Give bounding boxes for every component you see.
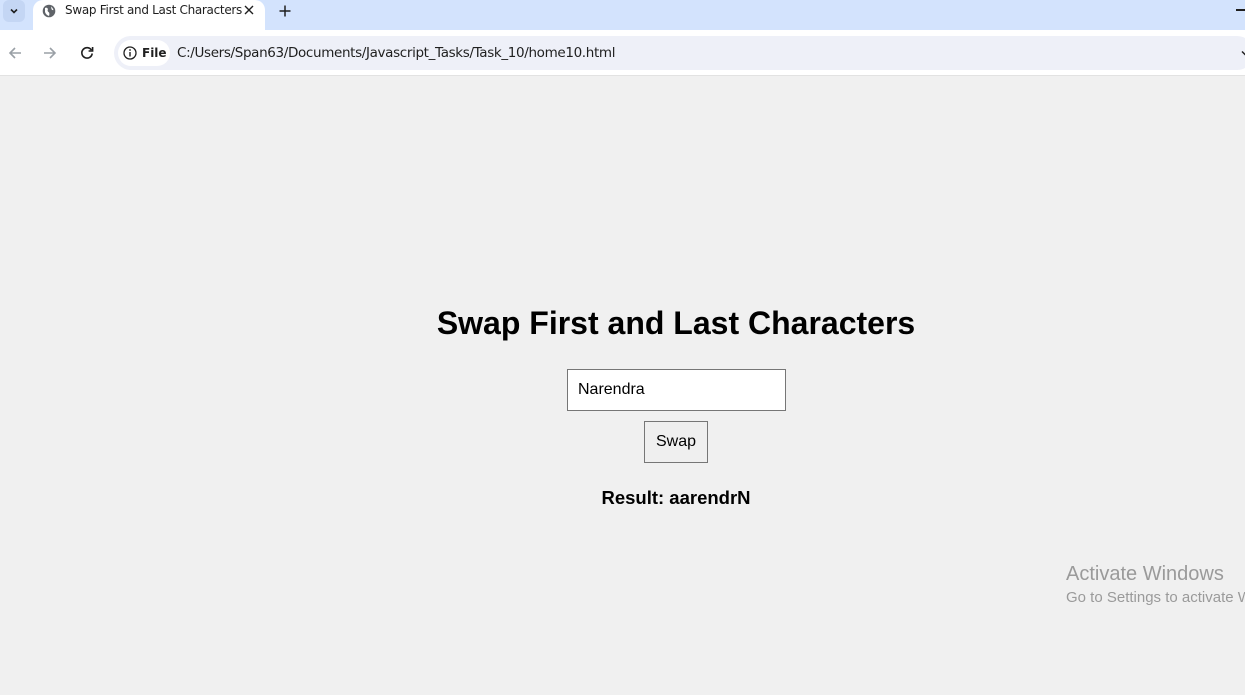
minimize-button[interactable] [1236, 9, 1245, 11]
tab-strip: Swap First and Last Characters [0, 0, 1245, 30]
tab-close-button[interactable] [241, 2, 257, 18]
result-text: Result: aarendrN [601, 487, 751, 508]
tab-title: Swap First and Last Characters [65, 3, 242, 17]
arrow-left-icon [8, 47, 21, 59]
close-icon [244, 5, 254, 15]
back-button[interactable] [4, 42, 26, 64]
info-icon [123, 46, 137, 60]
active-tab[interactable]: Swap First and Last Characters [33, 0, 265, 30]
chevron-down-icon [10, 8, 18, 14]
site-info-chip[interactable]: File [118, 40, 170, 66]
swap-button[interactable]: Swap [644, 421, 708, 463]
watermark-title: Activate Windows [1066, 563, 1224, 585]
reload-icon [81, 46, 94, 59]
plus-icon [279, 5, 291, 17]
watermark-subtitle: Go to Settings to activate Windows. [1066, 589, 1245, 606]
text-input[interactable] [567, 369, 786, 411]
url-text[interactable]: C:/Users/Span63/Documents/Javascript_Tas… [177, 45, 615, 61]
address-bar[interactable]: File C:/Users/Span63/Documents/Javascrip… [114, 36, 1245, 70]
chevron-down-icon[interactable] [1240, 48, 1245, 58]
arrow-right-icon [44, 47, 57, 59]
page-content: Swap First and Last Characters Swap Resu… [0, 77, 1245, 695]
activate-windows-watermark: Activate Windows Go to Settings to activ… [1066, 563, 1245, 606]
globe-icon [42, 4, 56, 18]
site-info-label: File [142, 46, 167, 60]
page-title: Swap First and Last Characters [436, 305, 916, 341]
forward-button[interactable] [39, 42, 61, 64]
reload-button[interactable] [76, 42, 98, 64]
tab-search-button[interactable] [3, 0, 25, 22]
new-tab-button[interactable] [275, 1, 295, 21]
browser-toolbar: File C:/Users/Span63/Documents/Javascrip… [0, 30, 1245, 76]
